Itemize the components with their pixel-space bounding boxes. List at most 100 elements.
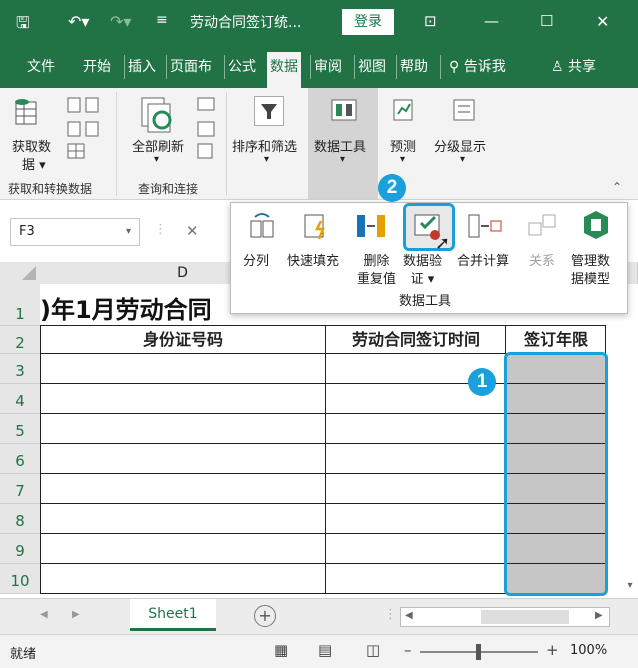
forecast-button[interactable]: 预测 — [390, 136, 416, 155]
tab-home[interactable]: 开始 — [80, 55, 114, 79]
search-icon: ⚲ — [449, 59, 464, 75]
cancel-entry-icon[interactable]: ✕ — [186, 222, 199, 240]
filter-icon — [254, 96, 284, 126]
person-icon: ♙ — [551, 59, 569, 75]
ribbon-display-icon[interactable]: ⊡ — [424, 12, 437, 30]
login-button[interactable]: 登录 — [342, 9, 394, 35]
tab-data[interactable]: 数据 — [267, 52, 301, 88]
get-data-button[interactable]: 获取数 — [12, 136, 51, 155]
ribbon-tabs: 文件 开始 插入 页面布 公式 数据 审阅 视图 帮助 ⚲ 告诉我 ♙ 共享 — [0, 44, 638, 88]
status-bar: 就绪 ▦ ▤ ◫ – + 100% — [0, 634, 638, 668]
relationships-button[interactable]: 关系 — [529, 253, 555, 271]
next-sheet-icon[interactable]: ▶ — [72, 609, 80, 620]
outline-dropdown-icon: ▾ — [460, 154, 466, 165]
undo-icon[interactable]: ↶▾ — [68, 12, 89, 31]
refresh-all-button[interactable]: 全部刷新 — [132, 136, 184, 155]
minimize-icon[interactable]: — — [484, 12, 499, 30]
row-header-5[interactable]: 5 — [0, 414, 40, 444]
outline-icon — [450, 96, 478, 128]
flash-fill-icon — [301, 211, 331, 241]
tab-view[interactable]: 视图 — [354, 55, 389, 79]
page-break-view-icon[interactable]: ◫ — [366, 641, 380, 659]
tab-page-layout[interactable]: 页面布 — [166, 55, 215, 79]
row-header-2[interactable]: 2 — [0, 326, 40, 354]
prev-sheet-icon[interactable]: ◀ — [40, 609, 48, 620]
scroll-right-icon[interactable]: ▶ — [595, 610, 603, 621]
zoom-level[interactable]: 100% — [570, 643, 607, 658]
sort-filter-button[interactable]: 排序和筛选 — [232, 136, 297, 155]
scroll-down-icon[interactable]: ▾ — [622, 580, 638, 596]
data-validation-label-1: 数据验 — [403, 254, 443, 269]
refresh-dropdown-icon[interactable]: ▾ — [154, 154, 159, 165]
data-tools-icon — [330, 96, 358, 128]
close-icon[interactable]: ✕ — [596, 12, 609, 31]
row-header-7[interactable]: 7 — [0, 474, 40, 504]
data-tools-dropdown-icon: ▾ — [340, 154, 346, 165]
name-box-dropdown-icon[interactable]: ▾ — [126, 219, 131, 245]
group-get-transform: 获取和转换数据 — [8, 182, 93, 196]
manage-data-model-icon — [581, 209, 611, 239]
from-text-icon[interactable] — [66, 96, 106, 164]
data-validation-label-2: 证 — [410, 272, 424, 287]
header-contract-term: 签订年限 — [523, 330, 588, 349]
row-header-1[interactable]: 1 — [0, 284, 40, 326]
tab-help[interactable]: 帮助 — [396, 55, 431, 79]
add-sheet-icon[interactable]: + — [254, 605, 276, 627]
remove-duplicates-icon — [355, 211, 385, 241]
scrollbar-thumb[interactable] — [481, 610, 569, 624]
step-badge-2: 2 — [378, 174, 406, 202]
relationships-icon — [527, 211, 557, 241]
row-header-4[interactable]: 4 — [0, 384, 40, 414]
title-bar: 🖫 ↶▾ ↷▾ ≡ 劳动合同签订统... 登录 ⊡ — ☐ ✕ — [0, 0, 638, 44]
connections-icon[interactable] — [196, 96, 216, 164]
save-icon[interactable]: 🖫 — [16, 12, 30, 39]
scroll-left-icon[interactable]: ◀ — [405, 610, 413, 621]
refresh-all-icon — [138, 96, 178, 140]
consolidate-icon — [467, 211, 502, 241]
get-data-label-2: 据 — [22, 158, 36, 173]
zoom-in-icon[interactable]: + — [546, 641, 559, 659]
tell-me-search[interactable]: ⚲ 告诉我 — [440, 55, 509, 79]
tab-review[interactable]: 审阅 — [310, 55, 345, 79]
get-data-icon — [12, 96, 52, 128]
horizontal-scrollbar[interactable]: ◀ ▶ — [400, 607, 610, 627]
select-all-corner[interactable] — [0, 262, 40, 284]
manage-data-model-button[interactable]: 管理数 据模型 — [571, 253, 610, 289]
tab-file[interactable]: 文件 — [24, 55, 58, 79]
row-header-9[interactable]: 9 — [0, 534, 40, 564]
consolidate-button[interactable]: 合并计算 — [457, 253, 509, 271]
formula-bar-grip-icon: ⋮ — [154, 222, 167, 237]
normal-view-icon[interactable]: ▦ — [274, 641, 288, 659]
split-grip-icon: ⋮ — [384, 607, 397, 622]
sheet-tabs-bar: ◀ ▶ Sheet1 + ⋮ ◀ ▶ — [0, 598, 638, 634]
redo-icon[interactable]: ↷▾ — [110, 12, 131, 31]
share-button[interactable]: ♙ 共享 — [548, 55, 599, 79]
page-layout-view-icon[interactable]: ▤ — [318, 641, 332, 659]
zoom-slider-thumb[interactable] — [476, 644, 481, 660]
tab-formulas[interactable]: 公式 — [224, 55, 259, 79]
maximize-icon[interactable]: ☐ — [540, 12, 553, 30]
tab-insert[interactable]: 插入 — [124, 55, 159, 79]
sheet-title: )年1月劳动合同 — [40, 296, 212, 324]
remove-duplicates-button[interactable]: 删除 重复值 — [357, 253, 396, 289]
row-header-10[interactable]: 10 — [0, 564, 40, 594]
data-tools-button[interactable]: 数据工具 — [314, 136, 366, 155]
data-validation-button[interactable]: 数据验证 ▾ — [403, 253, 442, 289]
collapse-ribbon-icon[interactable]: ⌃ — [612, 180, 622, 194]
row-header-6[interactable]: 6 — [0, 444, 40, 474]
sheet-tab-sheet1[interactable]: Sheet1 — [130, 599, 216, 631]
outline-button[interactable]: 分级显示 — [434, 136, 486, 155]
zoom-out-icon[interactable]: – — [404, 641, 412, 659]
data-tools-dropdown: 分列 快速填充 删除 重复值 ➚ 数据验证 ▾ 合并计算 关系 管理数 据模型 数据… — [230, 202, 628, 314]
flash-fill-button[interactable]: 快速填充 — [287, 253, 339, 271]
forecast-icon — [390, 96, 418, 128]
row-header-3[interactable]: 3 — [0, 354, 40, 384]
get-data-button-2[interactable]: 据 ▾ — [22, 154, 46, 173]
sort-filter-dropdown-icon: ▾ — [264, 154, 270, 165]
manage-model-label-2: 据模型 — [571, 272, 611, 287]
ribbon: 获取数 据 ▾ 全部刷新 ▾ 排序和筛选 ▾ 数据工具 ▾ 预测 ▾ 分级显示 … — [0, 88, 638, 200]
text-to-columns-button[interactable]: 分列 — [243, 253, 269, 271]
customize-qat-icon[interactable]: ≡ — [156, 12, 168, 28]
row-header-8[interactable]: 8 — [0, 504, 40, 534]
name-box[interactable]: F3 ▾ — [10, 218, 140, 246]
